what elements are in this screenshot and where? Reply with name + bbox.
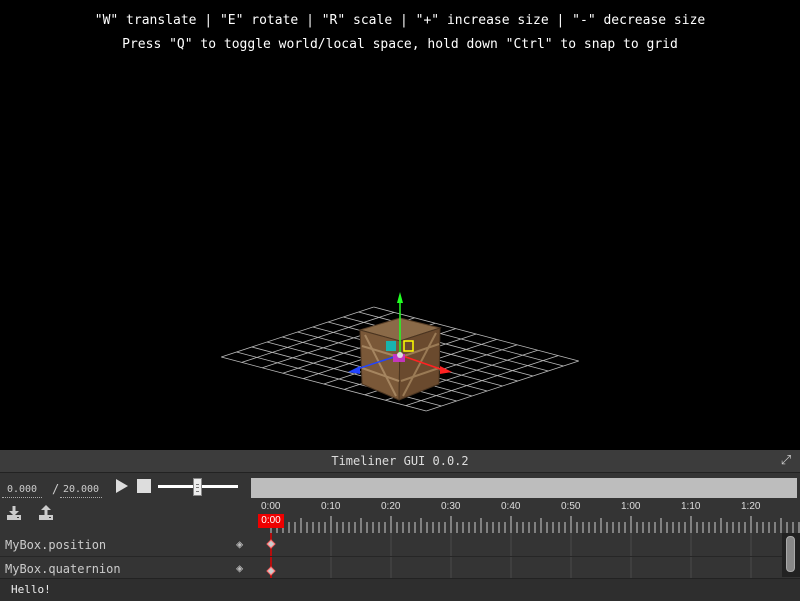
status-text: Hello! bbox=[11, 583, 51, 596]
zoom-slider[interactable] bbox=[158, 478, 238, 496]
gizmo-center bbox=[397, 352, 403, 358]
import-icon[interactable] bbox=[5, 504, 23, 522]
total-time-field[interactable]: 20.000 bbox=[60, 483, 102, 498]
scene-canvas[interactable] bbox=[0, 0, 800, 450]
playback-controls: 0.000 / 20.000 bbox=[0, 473, 248, 533]
diamond-icon[interactable]: ◈ bbox=[236, 561, 243, 575]
time-separator: / bbox=[52, 482, 60, 496]
track-label: MyBox.quaternion bbox=[5, 562, 121, 576]
zoom-slider-handle[interactable] bbox=[193, 478, 202, 496]
gizmo-y-arrow bbox=[397, 292, 403, 303]
play-button[interactable] bbox=[114, 478, 130, 494]
stop-button[interactable] bbox=[137, 479, 151, 493]
3d-viewport[interactable]: "W" translate | "E" rotate | "R" scale |… bbox=[0, 0, 800, 450]
playhead-time-label[interactable]: 0:00 bbox=[258, 514, 284, 528]
ruler-ticks bbox=[270, 516, 800, 533]
vertical-scrollbar-thumb[interactable] bbox=[786, 536, 795, 572]
expand-icon[interactable]: ⤢ bbox=[778, 452, 794, 470]
play-icon bbox=[116, 479, 128, 493]
track-list: MyBox.position ◈ MyBox.quaternion ◈ bbox=[0, 533, 800, 581]
timeline-horizontal-scroll[interactable] bbox=[251, 478, 797, 498]
timeliner-title: Timeliner GUI 0.0.2 bbox=[0, 450, 800, 473]
current-time-field[interactable]: 0.000 bbox=[2, 483, 42, 498]
export-icon[interactable] bbox=[37, 504, 55, 522]
gizmo-yz-plane bbox=[386, 341, 396, 351]
track-row[interactable]: MyBox.position ◈ bbox=[0, 533, 782, 557]
time-ruler[interactable]: 0:00 0:10 0:20 0:30 0:40 0:50 1:00 1:10 … bbox=[250, 498, 800, 534]
track-label: MyBox.position bbox=[5, 538, 107, 552]
status-bar: Hello! bbox=[0, 578, 800, 601]
diamond-icon[interactable]: ◈ bbox=[236, 537, 243, 551]
vertical-scrollbar[interactable] bbox=[782, 533, 800, 577]
